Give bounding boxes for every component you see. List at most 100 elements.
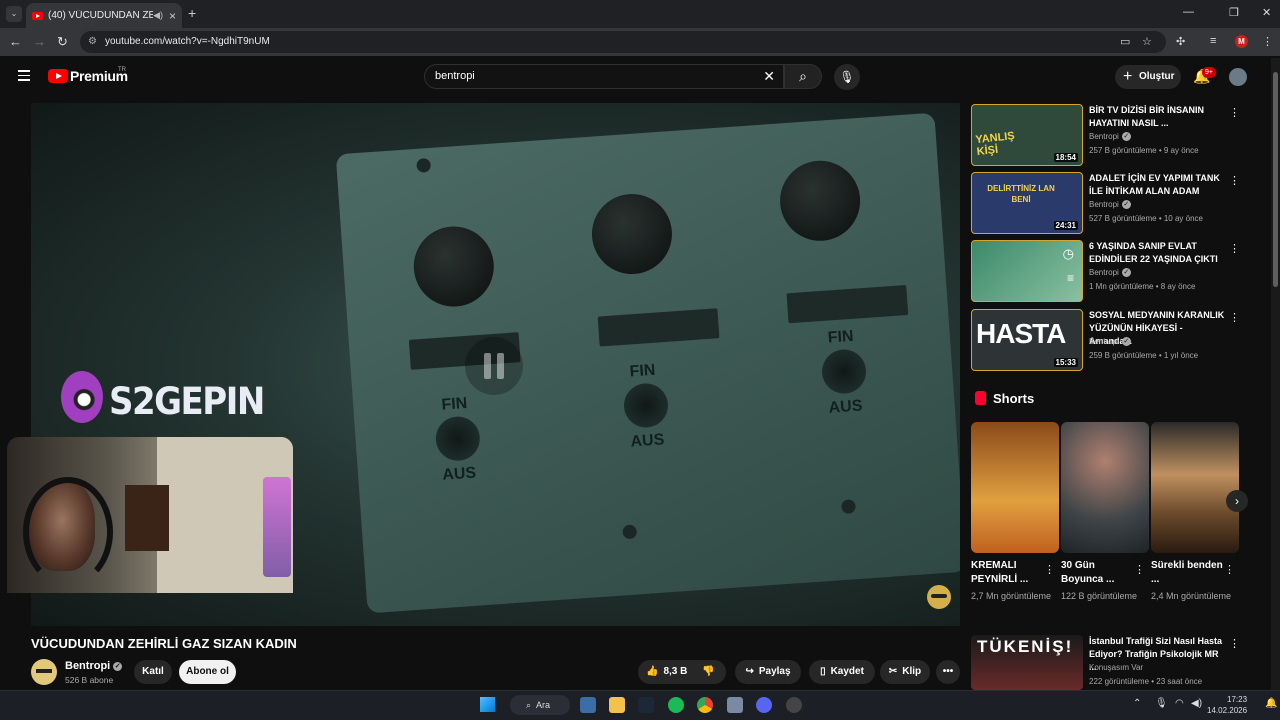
join-button[interactable]: Katıl <box>134 660 172 684</box>
short-thumbnail[interactable] <box>971 422 1059 553</box>
user-avatar[interactable] <box>1229 68 1247 86</box>
pause-icon[interactable] <box>465 337 523 395</box>
channel-watermark-icon[interactable] <box>927 585 951 609</box>
short-item[interactable]: 30 Gün Boyunca ... 122 B görüntüleme ⋮ <box>1061 422 1149 603</box>
recommendation-item[interactable]: ◷ ≡ 6 YAŞINDA SANIP EVLAT EDİNDİLER 22 Y… <box>971 240 1241 302</box>
short-item[interactable]: Sürekli benden ... 2,4 Mn görüntüleme ⋮ <box>1151 422 1239 603</box>
chrome-icon[interactable] <box>697 697 713 713</box>
channel-avatar[interactable] <box>31 659 57 685</box>
address-bar[interactable]: ⚙ youtube.com/watch?v=-NgdhiT9nUM <box>80 31 1166 53</box>
short-thumbnail[interactable] <box>1151 422 1239 553</box>
profile-avatar[interactable]: M <box>1235 35 1248 48</box>
save-button[interactable]: ▯ Kaydet <box>809 660 875 684</box>
short-thumbnail[interactable] <box>1061 422 1149 553</box>
search-button[interactable]: ⌕ <box>784 64 822 89</box>
overlay-logo-icon <box>61 371 103 423</box>
more-options-icon[interactable]: ⋮ <box>1229 106 1240 119</box>
clock[interactable]: 17:23 14.02.2026 <box>1207 694 1247 716</box>
back-icon[interactable]: ← <box>9 34 22 49</box>
speaker-icon[interactable]: ◀) <box>153 10 163 21</box>
file-explorer-icon[interactable] <box>609 697 625 713</box>
recommendation-title[interactable]: ADALET İÇİN EV YAPIMI TANK İLE İNTİKAM A… <box>1089 172 1227 198</box>
spotify-icon[interactable] <box>668 697 684 713</box>
restore-icon[interactable]: ❐ <box>1229 6 1239 19</box>
new-tab-button[interactable]: + <box>188 5 196 21</box>
app-icon[interactable] <box>786 697 802 713</box>
clip-button[interactable]: ✂ Klip <box>880 660 930 684</box>
channel-name[interactable]: Bentropi ✓ <box>65 660 123 672</box>
close-window-icon[interactable]: ✕ <box>1262 6 1271 19</box>
recommendation-channel[interactable]: Konuşasım Var <box>1089 663 1143 672</box>
hamburger-menu-icon[interactable] <box>18 70 30 84</box>
share-button[interactable]: ↪ Paylaş <box>735 660 801 684</box>
browser-tab-active[interactable]: (40) VÜCUDUNDAN ZEHİRLİ ◀) × <box>26 3 182 28</box>
app-icon[interactable] <box>727 697 743 713</box>
windows-start-icon[interactable] <box>480 697 495 712</box>
add-to-queue-icon[interactable]: ≡ <box>1067 271 1074 285</box>
recommendation-thumbnail[interactable]: HASTA 15:33 <box>971 309 1083 371</box>
chrome-menu-icon[interactable]: ⋮ <box>1262 35 1273 48</box>
recommendation-thumbnail[interactable]: DELİRTTİNİZ LAN BENİ 24:31 <box>971 172 1083 234</box>
recommendation-thumbnail[interactable]: ◷ ≡ <box>971 240 1083 302</box>
verified-icon: ✓ <box>1121 337 1131 347</box>
recommendation-channel[interactable]: Bentropi ✓ <box>1089 337 1131 347</box>
recommendation-item[interactable]: HASTA 15:33 SOSYAL MEDYANIN KARANLIK YÜZ… <box>971 309 1241 371</box>
short-item[interactable]: KREMALI PEYNİRLİ ... 2,7 Mn görüntüleme … <box>971 422 1059 603</box>
extensions-icon[interactable]: ✣ <box>1176 35 1185 48</box>
recommendation-channel[interactable]: Bentropi ✓ <box>1089 268 1131 278</box>
subscribe-button[interactable]: Abone ol <box>179 660 236 684</box>
more-options-icon[interactable]: ⋮ <box>1224 563 1235 576</box>
create-button[interactable]: Oluştur <box>1115 65 1181 89</box>
youtube-logo-icon[interactable] <box>48 69 68 83</box>
notification-center-icon[interactable]: 🔔 <box>1265 698 1277 709</box>
video-screw <box>416 157 432 173</box>
recommendation-channel[interactable]: Bentropi ✓ <box>1089 200 1131 210</box>
task-view-icon[interactable] <box>580 697 596 713</box>
duration-badge: 15:33 <box>1053 358 1078 367</box>
discord-icon[interactable] <box>756 697 772 713</box>
more-options-icon[interactable]: ⋮ <box>1229 311 1240 324</box>
more-options-icon[interactable]: ⋮ <box>1229 174 1240 187</box>
recommendation-item[interactable]: DELİRTTİNİZ LAN BENİ 24:31 ADALET İÇİN E… <box>971 172 1241 234</box>
short-title[interactable]: KREMALI PEYNİRLİ ... <box>971 559 1045 587</box>
more-actions-icon[interactable]: ••• <box>936 660 960 684</box>
recommendation-thumbnail[interactable]: TÜKENİŞ! <box>971 635 1083 690</box>
recommendation-item[interactable]: TÜKENİŞ! İstanbul Trafiği Sizi Nasıl Has… <box>971 635 1241 690</box>
recommendation-title[interactable]: 6 YAŞINDA SANIP EVLAT EDİNDİLER 22 YAŞIN… <box>1089 240 1227 266</box>
site-info-icon[interactable]: ⚙ <box>88 31 97 53</box>
mic-tray-icon[interactable]: 🎙 <box>1155 698 1168 709</box>
recommendation-channel[interactable]: Bentropi ✓ <box>1089 132 1131 142</box>
bookmark-star-icon[interactable]: ☆ <box>1142 35 1152 48</box>
recommendation-title[interactable]: BİR TV DİZİSİ BİR İNSANIN HAYATINI NASIL… <box>1089 104 1227 130</box>
search-input[interactable]: bentropi ✕ <box>424 64 784 89</box>
tab-search-button[interactable]: ⌄ <box>6 6 22 22</box>
mic-icon[interactable]: 🎙 <box>834 64 860 90</box>
like-icon[interactable]: 👍 <box>646 660 658 684</box>
volume-icon[interactable]: ◀) <box>1191 698 1202 709</box>
short-title[interactable]: Sürekli benden ... <box>1151 559 1225 587</box>
dislike-icon[interactable]: 👎 <box>702 660 714 684</box>
tray-chevron-icon[interactable]: ⌃ <box>1133 698 1141 709</box>
wifi-icon[interactable]: ◠ <box>1175 698 1184 709</box>
more-options-icon[interactable]: ⋮ <box>1134 563 1145 576</box>
reload-icon[interactable]: ↻ <box>57 34 68 50</box>
like-count[interactable]: 8,3 B <box>663 666 687 677</box>
more-options-icon[interactable]: ⋮ <box>1044 563 1055 576</box>
taskbar-search[interactable]: ⌕ Ara <box>510 695 570 715</box>
recommendation-thumbnail[interactable]: YANLIŞ KİŞİ 18:54 <box>971 104 1083 166</box>
more-options-icon[interactable]: ⋮ <box>1229 242 1240 255</box>
minimize-icon[interactable]: — <box>1183 6 1194 18</box>
media-control-icon[interactable]: ≡ <box>1210 35 1216 47</box>
short-title[interactable]: 30 Gün Boyunca ... <box>1061 559 1135 587</box>
recommendation-item[interactable]: YANLIŞ KİŞİ 18:54 BİR TV DİZİSİ BİR İNSA… <box>971 104 1241 166</box>
clear-search-icon[interactable]: ✕ <box>763 65 775 88</box>
shorts-next-arrow-icon[interactable]: › <box>1226 490 1248 512</box>
forward-icon[interactable]: → <box>33 34 46 49</box>
steam-icon[interactable] <box>638 697 654 713</box>
watch-later-icon[interactable]: ◷ <box>1063 246 1074 262</box>
url-text: youtube.com/watch?v=-NgdhiT9nUM <box>105 36 270 47</box>
close-tab-icon[interactable]: × <box>169 9 176 23</box>
cast-icon[interactable]: ▭ <box>1120 35 1130 48</box>
scrollbar-thumb[interactable] <box>1273 72 1278 287</box>
more-options-icon[interactable]: ⋮ <box>1229 637 1240 650</box>
